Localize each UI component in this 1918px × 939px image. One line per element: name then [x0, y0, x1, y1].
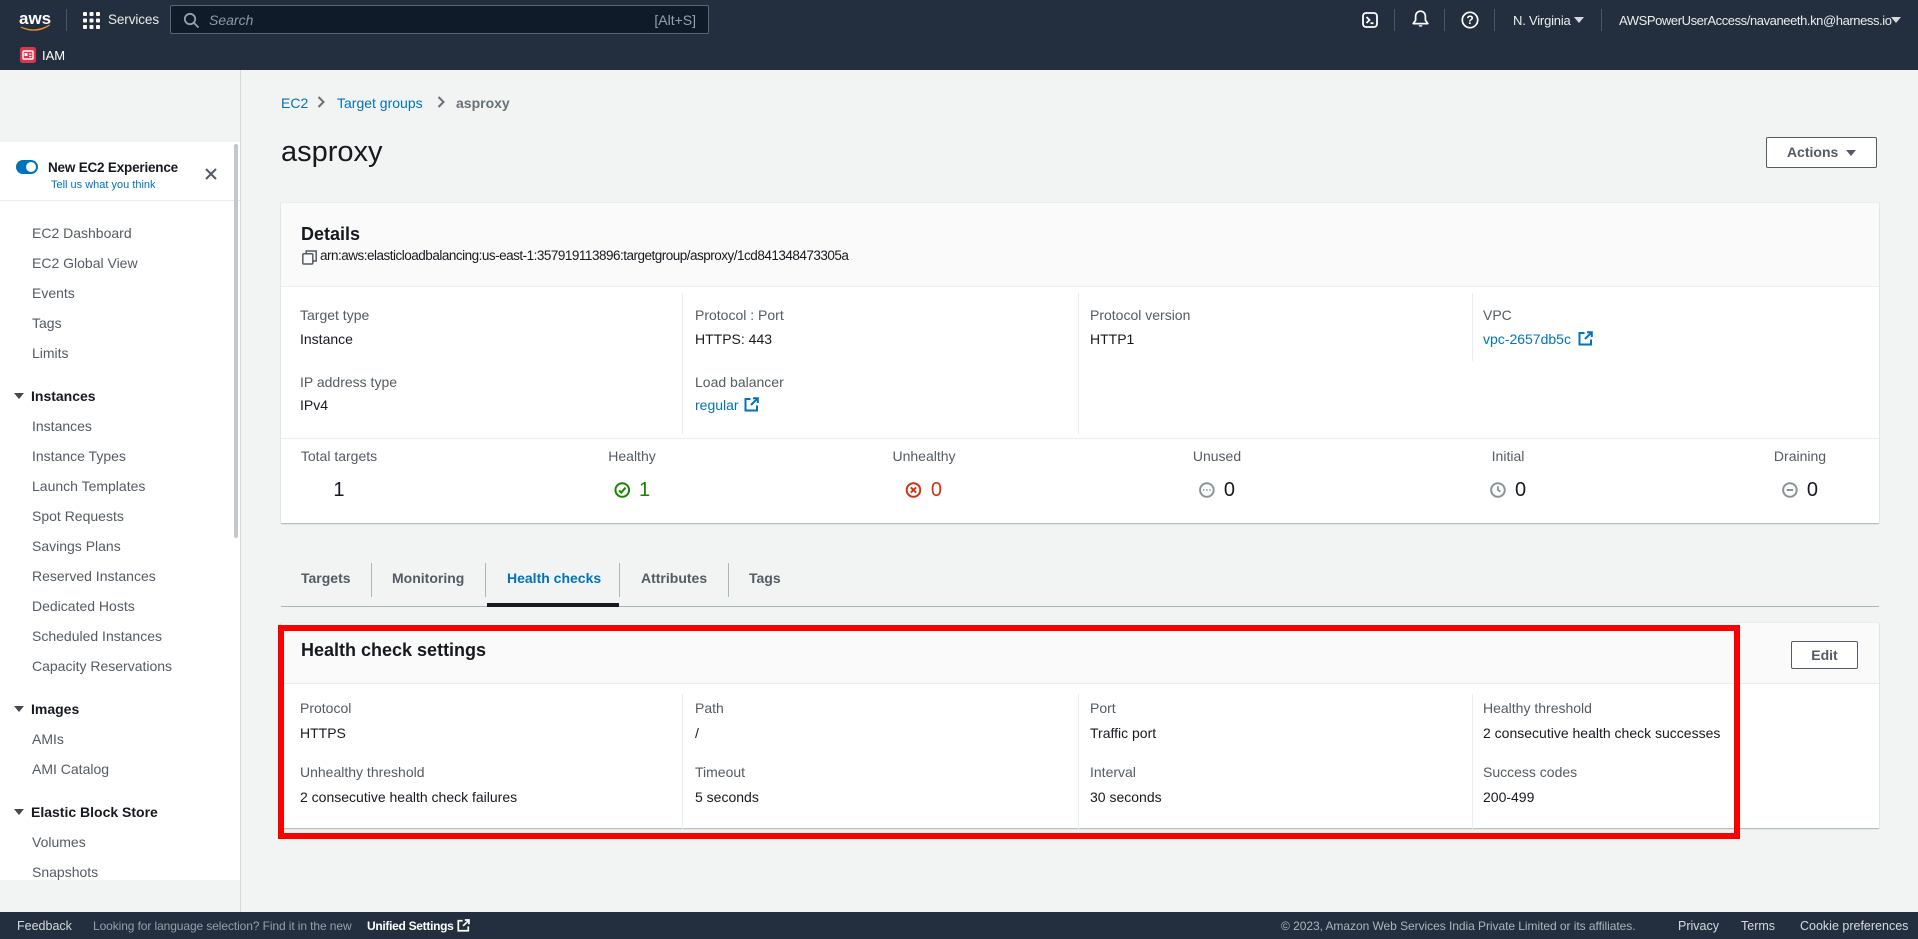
svg-text:?: ? — [1466, 13, 1473, 27]
svg-text:aws: aws — [19, 9, 51, 28]
